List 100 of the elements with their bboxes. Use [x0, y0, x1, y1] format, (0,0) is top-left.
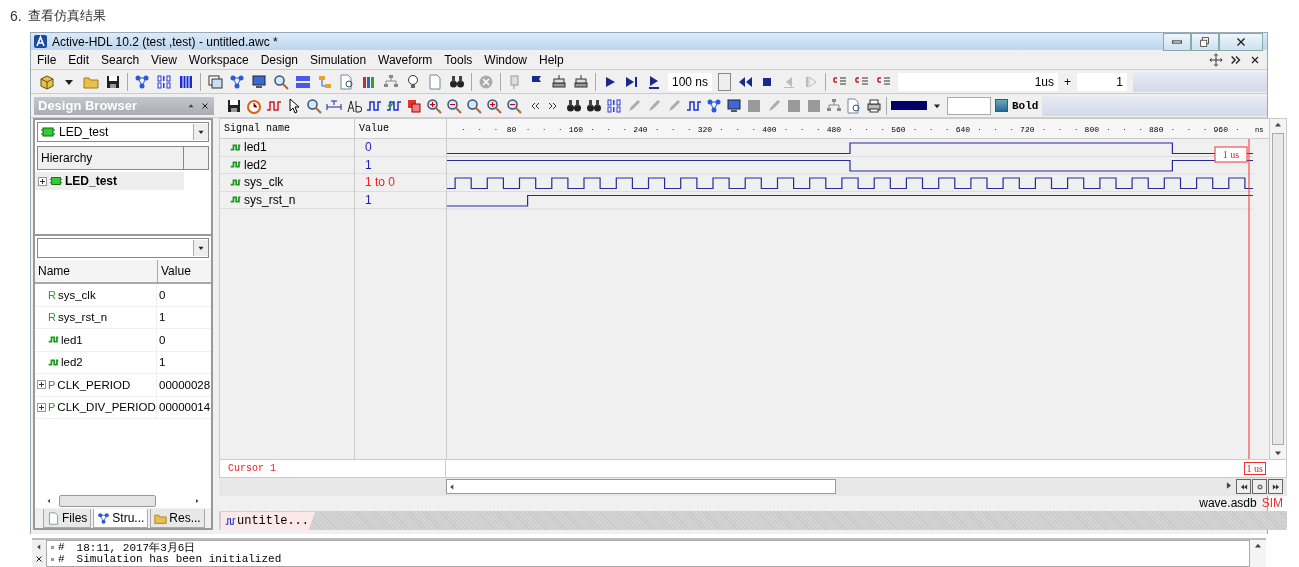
lightbulb-icon[interactable] [405, 73, 421, 90]
zoom-out-icon[interactable] [506, 97, 522, 114]
signal-value: 0 [365, 140, 372, 155]
menu-item[interactable]: View [145, 52, 183, 67]
clock-icon[interactable] [246, 97, 262, 114]
signal-name[interactable]: sys_clk [244, 175, 284, 190]
monitor-icon[interactable] [726, 97, 742, 114]
cube-icon[interactable] [39, 73, 55, 90]
signal-name[interactable]: led1 [244, 140, 267, 155]
save-icon[interactable] [226, 97, 242, 114]
document-search-icon[interactable] [846, 97, 862, 114]
cursor-time-label: 1 us [1243, 462, 1266, 476]
status-mode: SIM [1261, 496, 1283, 511]
panel-tab[interactable]: Stru... [93, 509, 149, 528]
restore-icon [1198, 34, 1212, 49]
leftarrow-icon[interactable] [45, 497, 53, 505]
menu-item[interactable]: Help [533, 52, 570, 67]
copy-icon[interactable] [406, 97, 422, 114]
signal-value: 00000014 [159, 401, 211, 414]
expand-toggle[interactable] [37, 402, 46, 412]
chip-icon [40, 124, 56, 140]
column-header[interactable]: Name [35, 260, 158, 282]
menu-item[interactable]: Workspace [182, 52, 255, 67]
menu-item[interactable]: Window [478, 52, 533, 67]
bars-icon[interactable] [178, 73, 194, 90]
stack-icon[interactable] [573, 73, 589, 90]
menu-item[interactable]: Search [95, 52, 146, 67]
count-field[interactable]: 1 [1077, 72, 1128, 91]
column-header[interactable]: Value [355, 119, 446, 139]
binoculars-icon[interactable] [586, 97, 602, 114]
filter-dropdown[interactable] [37, 238, 209, 258]
signal-name[interactable]: led2 [244, 157, 267, 172]
bold-checkbox[interactable] [995, 99, 1008, 112]
bits-icon[interactable] [606, 97, 622, 114]
menu-item[interactable]: Edit [62, 52, 96, 67]
column-header[interactable]: Value [158, 260, 191, 282]
search-icon[interactable] [306, 97, 322, 114]
signal-name: led2 [61, 356, 83, 369]
signal-value: 1 [365, 192, 372, 207]
network-icon[interactable] [706, 97, 722, 114]
monitor-icon[interactable] [251, 73, 267, 90]
zoom-in-icon[interactable] [486, 97, 502, 114]
step-over-icon[interactable] [646, 73, 662, 90]
time-tick-label: 400 [762, 125, 777, 134]
scrollbar-thumb[interactable] [59, 495, 156, 507]
rightarrow-icon[interactable] [193, 497, 201, 505]
binoculars-icon[interactable] [449, 73, 465, 90]
windows-icon[interactable] [207, 73, 223, 90]
checkbox-label: Bold [1012, 99, 1039, 112]
menu-item[interactable]: Design [254, 52, 305, 67]
zoom-in-icon[interactable] [426, 97, 442, 114]
panel-tab[interactable]: Res... [150, 509, 205, 528]
signal-name: led1 [61, 333, 83, 346]
status-file: wave.asdb [1199, 496, 1257, 511]
close-icon[interactable] [200, 100, 210, 111]
close-icon[interactable] [34, 554, 44, 564]
time-tick-label: 480 [826, 125, 842, 134]
network-icon[interactable] [134, 73, 150, 90]
input-field[interactable] [947, 96, 991, 115]
nav-button[interactable] [1268, 479, 1283, 495]
search-icon[interactable] [466, 97, 482, 114]
expand-toggle[interactable] [38, 176, 47, 186]
document-search-icon[interactable] [339, 73, 355, 90]
save-icon[interactable] [105, 73, 121, 90]
printer-icon[interactable] [866, 97, 882, 114]
scrollbar-thumb[interactable] [1272, 133, 1284, 445]
zoom-out-icon[interactable] [446, 97, 462, 114]
menu-item[interactable]: Tools [438, 52, 479, 67]
minimize-button[interactable] [1163, 32, 1191, 51]
minimize-icon [1172, 39, 1182, 44]
time-tick-label: 160 [568, 125, 584, 134]
cursor-time-label: 1 us [1214, 146, 1248, 163]
binoculars-icon[interactable] [566, 97, 582, 114]
time-field[interactable]: 1us [898, 72, 1059, 91]
restore-button[interactable] [1191, 32, 1219, 51]
search-icon[interactable] [273, 73, 289, 90]
spinner-control[interactable] [718, 72, 732, 91]
stack-icon[interactable] [551, 73, 567, 90]
doc-icon [47, 511, 60, 525]
menu-item[interactable]: Waveform [372, 52, 439, 67]
bits-icon[interactable] [156, 73, 172, 90]
tree-icon[interactable] [383, 73, 399, 90]
nav-button[interactable] [1252, 479, 1267, 495]
pointer-icon[interactable] [286, 97, 302, 114]
network-icon[interactable] [229, 73, 245, 90]
menu-item[interactable]: Simulation [304, 52, 373, 67]
signal-name: sys_rst_n [57, 311, 108, 324]
step-time-field[interactable]: 100 ns [668, 72, 713, 91]
menu-item[interactable]: File [31, 52, 63, 67]
signal-value: 0 [159, 333, 166, 346]
move-icon[interactable] [1209, 52, 1223, 67]
document-tab[interactable]: untitle... [221, 512, 315, 530]
type-mark: R [48, 288, 56, 301]
panel-tab[interactable]: Files [43, 509, 92, 528]
signal-name[interactable]: sys_rst_n [244, 192, 296, 207]
column-header[interactable]: Signal name [220, 119, 354, 139]
nav-button[interactable] [1236, 479, 1251, 495]
expand-toggle[interactable] [37, 380, 46, 390]
color-swatch[interactable] [891, 101, 927, 110]
type-mark: P [48, 378, 56, 391]
